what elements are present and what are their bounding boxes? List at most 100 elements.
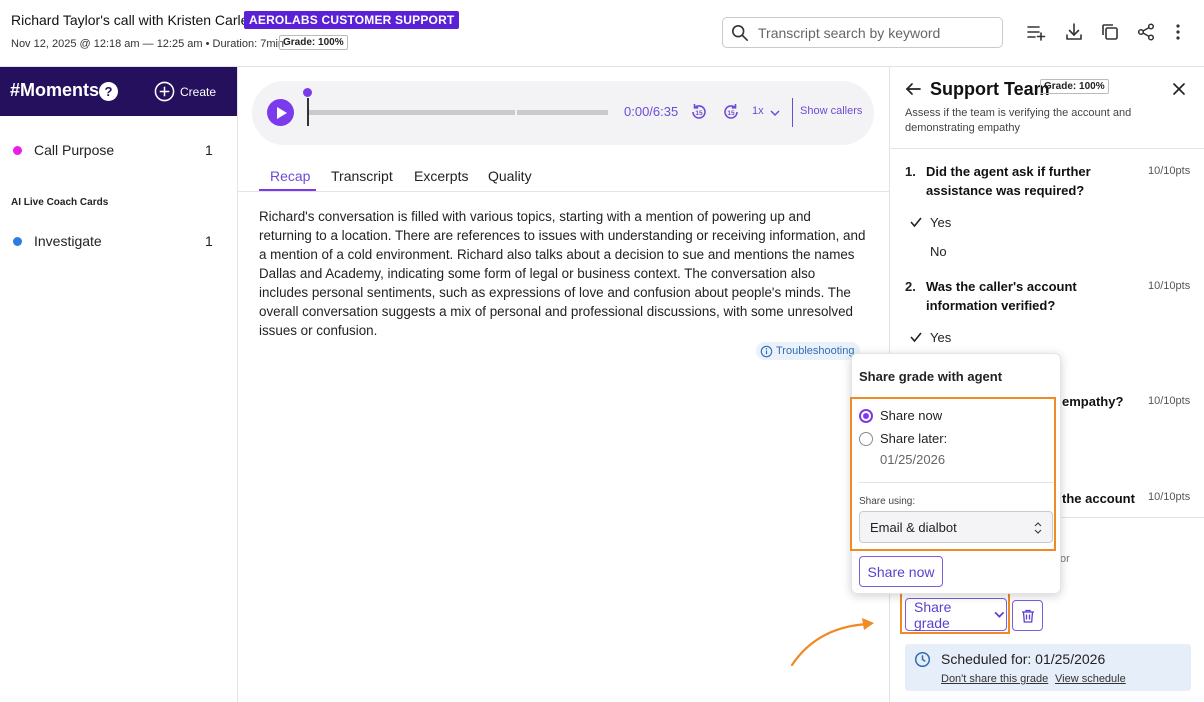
partial-text: or [1060,553,1070,565]
time-display: 0:00/6:35 [624,104,679,119]
question-points: 10/10pts [1148,491,1191,503]
svg-text:15: 15 [727,110,735,117]
seek-bar[interactable] [308,110,608,115]
share-method-value: Email & dialbot [870,519,957,535]
answer-option-yes[interactable]: Yes [930,215,951,230]
trash-icon [1021,609,1034,623]
ai-cards-heading: AI Live Coach Cards [11,197,109,208]
question-number: 1. [905,164,916,179]
divider [859,482,1054,483]
create-moment-button[interactable]: Create [154,81,216,102]
clock-icon [914,651,931,668]
copy-icon[interactable] [1099,21,1121,43]
moment-count: 1 [205,233,213,249]
transcript-search[interactable] [722,17,1003,48]
share-grade-popover: Share grade with agent Share now Share l… [850,353,1061,594]
moment-item-investigate[interactable]: Investigate 1 [0,228,237,254]
chevron-down-icon[interactable] [769,107,781,119]
delete-grade-button[interactable] [1012,600,1043,631]
chevron-down-icon [994,611,1005,618]
question-text-partial: the account [1062,491,1135,506]
share-later-date[interactable]: 01/25/2026 [880,452,945,467]
moment-label: Investigate [34,233,102,249]
topic-chip-label: Troubleshooting [776,345,855,357]
annotation-arrow-icon [790,618,874,667]
call-meta: Nov 12, 2025 @ 12:18 am — 12:25 am • Dur… [11,38,285,50]
team-badge[interactable]: AEROLABS CUSTOMER SUPPORT [244,11,460,29]
grade-badge: Grade: 100% [279,35,348,50]
playhead-line [307,98,309,126]
divider [792,98,793,127]
back-arrow-icon[interactable] [904,80,922,98]
search-icon [731,24,749,41]
audio-player: 0:00/6:35 15 15 1x Show callers [252,81,874,145]
play-icon [276,106,287,119]
download-icon[interactable] [1063,21,1085,43]
share-method-select[interactable]: Email & dialbot [859,511,1053,543]
popover-title: Share grade with agent [859,369,1003,384]
share-now-option-label[interactable]: Share now [880,408,942,423]
schedule-notice: Scheduled for: 01/25/2026 Don't share th… [905,644,1191,691]
schedule-text: Scheduled for: 01/25/2026 [941,651,1106,667]
add-to-playlist-icon[interactable] [1025,21,1047,43]
question-text-partial: empathy? [1062,394,1124,409]
more-vertical-icon[interactable] [1167,21,1189,43]
view-schedule-link[interactable]: View schedule [1055,673,1126,685]
chevron-up-down-icon [1034,522,1042,534]
tab-quality[interactable]: Quality [488,168,532,184]
question-points: 10/10pts [1148,395,1191,407]
call-header: Richard Taylor's call with Kristen Carle… [0,0,1204,67]
search-input[interactable] [758,24,988,41]
share-later-radio[interactable] [859,432,873,446]
close-icon[interactable] [1170,80,1188,98]
tab-excerpts[interactable]: Excerpts [414,168,468,184]
add-circle-icon [154,81,175,102]
topic-chip[interactable]: Troubleshooting [756,342,861,360]
info-icon [760,345,773,357]
active-tab-indicator [259,189,316,191]
play-button[interactable] [267,99,294,126]
share-using-label: Share using: [859,496,916,507]
show-callers-link[interactable]: Show callers [800,105,862,117]
rewind-15-icon[interactable]: 15 [689,102,709,122]
share-grade-button[interactable]: Share grade [905,598,1007,631]
tab-transcript[interactable]: Transcript [331,168,393,184]
moments-header: #Moments ? Create [0,67,237,116]
answer-option-no[interactable]: No [930,244,947,259]
share-later-option-label[interactable]: Share later: [880,431,947,446]
moment-color-dot [13,236,22,246]
checkmark-icon [910,217,922,228]
panel-title: Support Team [930,79,1050,99]
help-icon[interactable]: ? [99,82,118,101]
moment-count: 1 [205,142,213,158]
create-label: Create [180,84,217,99]
answer-option-yes[interactable]: Yes [930,330,951,345]
recap-summary: Richard's conversation is filled with va… [259,209,866,338]
dont-share-link[interactable]: Don't share this grade [941,673,1048,685]
playback-speed[interactable]: 1x [752,105,764,117]
playhead-handle[interactable] [303,88,312,97]
call-title: Richard Taylor's call with Kristen Carle… [11,12,252,28]
share-now-radio[interactable] [859,409,873,423]
moment-color-dot [13,145,22,155]
grade-badge: Grade: 100% [1040,79,1109,94]
share-grade-label: Share grade [914,598,952,631]
forward-15-icon[interactable]: 15 [721,102,741,122]
checkmark-icon [910,332,922,343]
content-tabs: Recap Transcript Excerpts Quality [238,163,889,192]
share-now-button[interactable]: Share now [859,556,943,587]
question-points: 10/10pts [1148,280,1191,292]
divider [890,148,1204,149]
question-text: Did the agent ask if further assistance … [926,164,1091,198]
share-icon[interactable] [1135,21,1157,43]
question-text: Was the caller's account information ver… [926,279,1077,313]
moments-sidebar: #Moments ? Create Call Purpose 1 AI Live… [0,67,238,702]
question-number: 2. [905,279,916,294]
moment-label: Call Purpose [34,142,115,158]
moments-title: #Moments [10,80,100,100]
moment-item-call-purpose[interactable]: Call Purpose 1 [0,137,237,163]
tab-recap[interactable]: Recap [270,168,310,184]
svg-text:15: 15 [695,110,703,117]
panel-description: Assess if the team is verifying the acco… [905,107,1132,134]
question-points: 10/10pts [1148,165,1191,177]
